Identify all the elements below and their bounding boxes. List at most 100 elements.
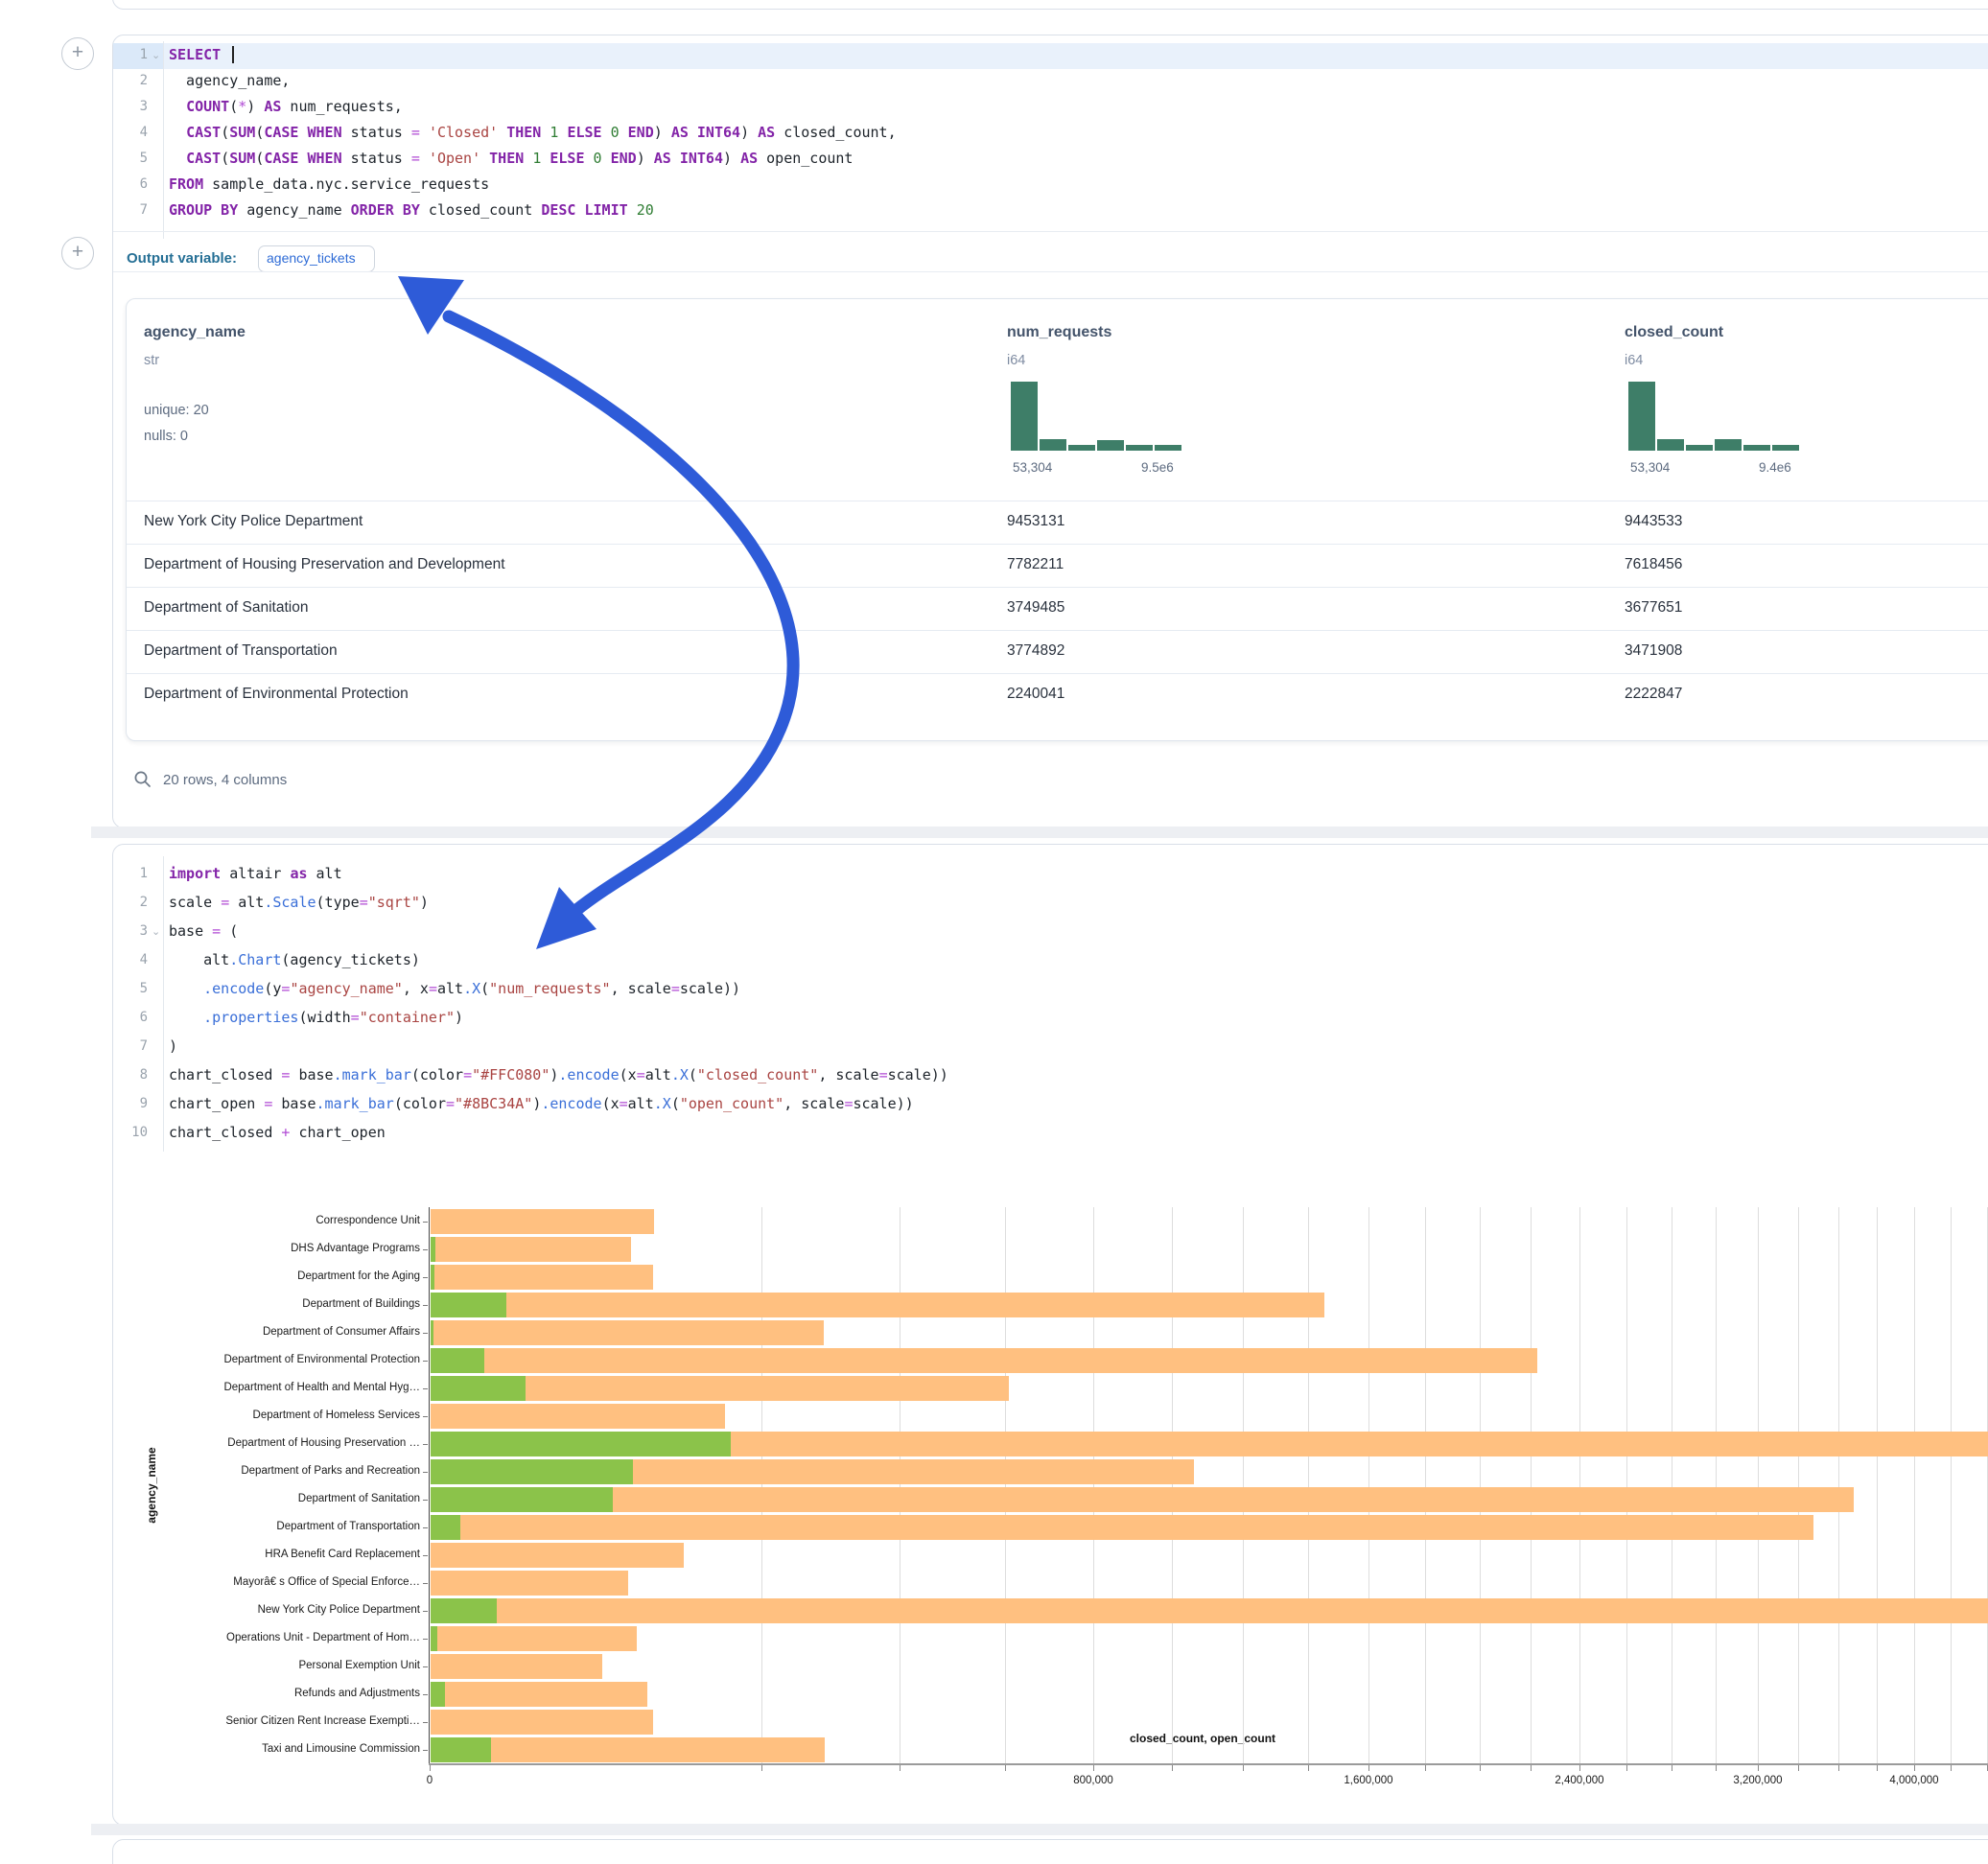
- y-axis-label: Refunds and Adjustments: [132, 1688, 420, 1699]
- y-axis-label: Department of Housing Preservation …: [132, 1437, 420, 1449]
- x-axis-tick: [1093, 1765, 1094, 1771]
- table-cell: 7782211: [1007, 556, 1064, 573]
- bar-closed: [431, 1293, 1324, 1317]
- code-line[interactable]: 8chart_closed = base.mark_bar(color="#FF…: [113, 1063, 1988, 1092]
- code-line[interactable]: 3 COUNT(*) AS num_requests,: [113, 95, 1988, 121]
- search-icon[interactable]: [133, 770, 152, 789]
- code-line[interactable]: 4 alt.Chart(agency_tickets): [113, 948, 1988, 977]
- line-number: 6: [113, 1010, 148, 1025]
- text-cursor: [232, 46, 234, 63]
- python-editor[interactable]: 1import altair as alt 2 scale = alt.Scale(…: [113, 845, 1988, 1152]
- y-axis-label: HRA Benefit Card Replacement: [132, 1549, 420, 1560]
- line-number: 3: [113, 99, 148, 114]
- y-axis-tick: [423, 1500, 428, 1501]
- divider: [113, 231, 1988, 232]
- code-line[interactable]: 9chart_open = base.mark_bar(color="#8BC3…: [113, 1092, 1988, 1121]
- bar-open: [431, 1515, 460, 1540]
- line-number: 1: [113, 866, 148, 881]
- line-number: 4: [113, 125, 148, 140]
- y-axis-label: Department of Health and Mental Hyg…: [132, 1382, 420, 1393]
- bar-open: [431, 1737, 491, 1762]
- y-axis-tick: [423, 1444, 428, 1445]
- table-row[interactable]: New York City Police Department945313194…: [127, 501, 1988, 545]
- gridline: [1480, 1207, 1481, 1763]
- bar-closed: [431, 1209, 654, 1234]
- code-line[interactable]: 10chart_closed + chart_open: [113, 1121, 1988, 1150]
- y-axis-label: Department of Environmental Protection: [132, 1354, 420, 1365]
- notebook-page: + + 1⌄SELECT 2 agency_name,3 COUNT(*) AS…: [0, 0, 1988, 1864]
- y-axis-label: New York City Police Department: [132, 1604, 420, 1616]
- add-cell-button-output[interactable]: +: [61, 237, 94, 269]
- gridline: [1838, 1207, 1839, 1763]
- y-axis-label: Department of Sanitation: [132, 1493, 420, 1504]
- code-line[interactable]: 6 .properties(width="container"): [113, 1006, 1988, 1035]
- table-cell: 2240041: [1007, 686, 1064, 703]
- code-line[interactable]: 7GROUP BY agency_name ORDER BY closed_co…: [113, 198, 1988, 224]
- bar-open: [431, 1487, 613, 1512]
- table-cell: 7618456: [1625, 556, 1682, 573]
- code-line[interactable]: 7): [113, 1035, 1988, 1063]
- x-axis-tick-label: 3,200,000: [1696, 1775, 1820, 1786]
- sql-editor[interactable]: 1⌄SELECT 2 agency_name,3 COUNT(*) AS num…: [113, 35, 1988, 239]
- line-number: 4: [113, 952, 148, 967]
- bar-closed: [431, 1348, 1537, 1373]
- gridline: [1243, 1207, 1244, 1763]
- line-number: 2: [113, 895, 148, 910]
- cell-gap: [91, 1824, 1988, 1835]
- table-row[interactable]: Department of Environmental Protection22…: [127, 673, 1988, 717]
- bar-closed: [431, 1487, 1854, 1512]
- column-header[interactable]: agency_name: [144, 324, 246, 341]
- gutter-separator: [163, 856, 164, 1152]
- y-axis-tick: [423, 1666, 428, 1667]
- code-text: CAST(SUM(CASE WHEN status = 'Open' THEN …: [169, 150, 853, 167]
- output-variable-pill[interactable]: agency_tickets: [258, 245, 375, 272]
- y-axis-tick: [423, 1639, 428, 1640]
- line-number: 5: [113, 151, 148, 166]
- code-line[interactable]: 4 CAST(SUM(CASE WHEN status = 'Closed' T…: [113, 121, 1988, 147]
- x-axis-tick-label: 1,600,000: [1306, 1775, 1431, 1786]
- x-axis-tick-label: 800,000: [1031, 1775, 1156, 1786]
- code-line[interactable]: 1⌄SELECT: [113, 43, 1988, 69]
- gridline: [1531, 1207, 1532, 1763]
- x-axis-tick: [1877, 1765, 1878, 1771]
- y-axis-label: Department of Consumer Affairs: [132, 1326, 420, 1338]
- previous-cell-edge: [112, 0, 1988, 10]
- x-axis-tick: [1172, 1765, 1173, 1771]
- y-axis-label: Department of Buildings: [132, 1298, 420, 1310]
- gridline: [1626, 1207, 1627, 1763]
- table-row[interactable]: Department of Transportation377489234719…: [127, 630, 1988, 674]
- y-axis-tick: [423, 1527, 428, 1528]
- bar-open: [431, 1459, 633, 1484]
- y-axis-label: Personal Exemption Unit: [132, 1660, 420, 1671]
- code-line[interactable]: 6FROM sample_data.nyc.service_requests: [113, 173, 1988, 198]
- code-line[interactable]: 3⌄base = (: [113, 920, 1988, 948]
- add-cell-button-top[interactable]: +: [61, 37, 94, 70]
- gridline: [1308, 1207, 1309, 1763]
- line-number: 5: [113, 981, 148, 996]
- gridline: [1093, 1207, 1094, 1763]
- gridline: [761, 1207, 762, 1763]
- y-axis-label: Department of Parks and Recreation: [132, 1465, 420, 1477]
- gridline: [1758, 1207, 1759, 1763]
- bar-closed: [431, 1320, 824, 1345]
- x-axis-tick-label: 2,400,000: [1517, 1775, 1642, 1786]
- output-variable-label: Output variable:: [127, 250, 237, 267]
- x-axis-tick: [1425, 1765, 1426, 1771]
- x-axis-tick: [1951, 1765, 1952, 1771]
- column-header[interactable]: num_requests: [1007, 324, 1111, 341]
- code-line[interactable]: 5 CAST(SUM(CASE WHEN status = 'Open' THE…: [113, 147, 1988, 173]
- table-row[interactable]: Department of Housing Preservation and D…: [127, 544, 1988, 588]
- line-number: 7: [113, 202, 148, 218]
- line-number: 9: [113, 1096, 148, 1111]
- code-text: CAST(SUM(CASE WHEN status = 'Closed' THE…: [169, 124, 897, 141]
- bar-closed: [431, 1515, 1813, 1540]
- x-axis-tick: [1480, 1765, 1481, 1771]
- code-text: scale = alt.Scale(type="sqrt"): [169, 894, 429, 911]
- table-row[interactable]: Department of Sanitation37494853677651: [127, 587, 1988, 631]
- code-line[interactable]: 2 scale = alt.Scale(type="sqrt"): [113, 891, 1988, 920]
- code-line[interactable]: 2 agency_name,: [113, 69, 1988, 95]
- column-header[interactable]: closed_count: [1625, 324, 1723, 341]
- code-line[interactable]: 1import altair as alt: [113, 862, 1988, 891]
- chart-x-axis-title: closed_count, open_count: [1130, 1732, 1275, 1745]
- code-line[interactable]: 5 .encode(y="agency_name", x=alt.X("num_…: [113, 977, 1988, 1006]
